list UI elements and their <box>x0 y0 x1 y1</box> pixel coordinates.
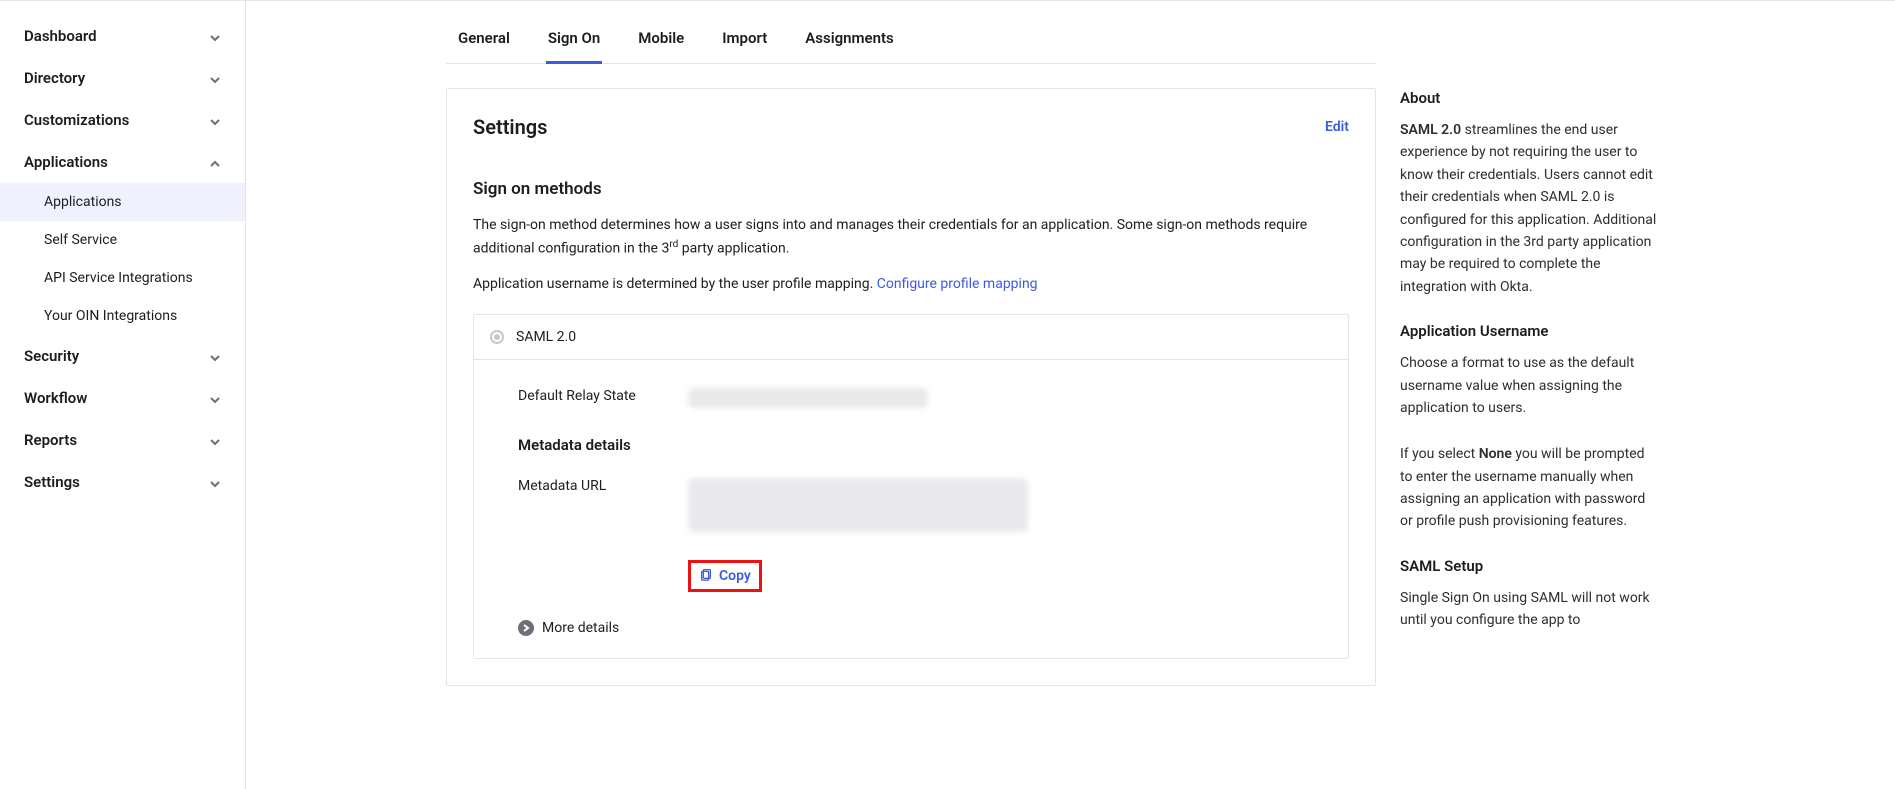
subnav-api-integrations[interactable]: API Service Integrations <box>0 259 245 297</box>
copy-button[interactable]: Copy <box>699 567 751 585</box>
chevron-up-icon <box>209 156 221 168</box>
clipboard-icon <box>699 567 713 585</box>
tab-sign-on[interactable]: Sign On <box>546 19 602 63</box>
nav-directory[interactable]: Directory <box>0 57 245 99</box>
settings-title: Settings <box>473 115 547 139</box>
chevron-down-icon <box>209 476 221 488</box>
saml-radio-row[interactable]: SAML 2.0 <box>474 315 1348 360</box>
tab-mobile[interactable]: Mobile <box>636 19 686 63</box>
nav-label: Settings <box>24 473 80 491</box>
nav-workflow[interactable]: Workflow <box>0 377 245 419</box>
main-content: General Sign On Mobile Import Assignment… <box>246 1 1895 789</box>
metadata-url-value <box>688 478 1028 532</box>
tab-general[interactable]: General <box>456 19 512 63</box>
settings-card: Settings Edit Sign on methods The sign-o… <box>446 88 1376 686</box>
nav-label: Dashboard <box>24 27 97 45</box>
nav-settings[interactable]: Settings <box>0 461 245 503</box>
app-username-heading: Application Username <box>1400 322 1660 340</box>
nav-security[interactable]: Security <box>0 335 245 377</box>
saml-setup-text: Single Sign On using SAML will not work … <box>1400 587 1660 632</box>
about-heading: About <box>1400 89 1660 107</box>
chevron-down-icon <box>209 30 221 42</box>
app-tabs: General Sign On Mobile Import Assignment… <box>446 19 1376 64</box>
tab-assignments[interactable]: Assignments <box>803 19 895 63</box>
nav-label: Directory <box>24 69 85 87</box>
nav-applications[interactable]: Applications <box>0 141 245 183</box>
sign-on-description-2: Application username is determined by th… <box>473 274 1349 296</box>
nav-label: Customizations <box>24 111 129 129</box>
chevron-down-icon <box>209 392 221 404</box>
edit-button[interactable]: Edit <box>1325 119 1349 135</box>
metadata-details-heading: Metadata details <box>518 436 1304 454</box>
chevron-down-icon <box>209 72 221 84</box>
chevron-down-icon <box>209 114 221 126</box>
sidebar: Dashboard Directory Customizations Appli… <box>0 1 246 789</box>
copy-button-highlight: Copy <box>688 560 762 592</box>
more-details-toggle[interactable]: More details <box>518 620 619 636</box>
nav-label: Applications <box>24 153 108 171</box>
subnav-self-service[interactable]: Self Service <box>0 221 245 259</box>
chevron-right-circle-icon <box>518 620 534 636</box>
nav-dashboard[interactable]: Dashboard <box>0 15 245 57</box>
saml-label: SAML 2.0 <box>516 329 576 345</box>
chevron-down-icon <box>209 434 221 446</box>
sign-on-description-1: The sign-on method determines how a user… <box>473 215 1349 260</box>
app-username-text-1: Choose a format to use as the default us… <box>1400 352 1660 419</box>
about-text: SAML 2.0 streamlines the end user experi… <box>1400 119 1660 298</box>
info-sidebar: About SAML 2.0 streamlines the end user … <box>1400 19 1660 789</box>
nav-label: Security <box>24 347 79 365</box>
default-relay-state-label: Default Relay State <box>518 388 688 404</box>
nav-reports[interactable]: Reports <box>0 419 245 461</box>
subnav-applications-item[interactable]: Applications <box>0 183 245 221</box>
nav-customizations[interactable]: Customizations <box>0 99 245 141</box>
subnav-oin-integrations[interactable]: Your OIN Integrations <box>0 297 245 335</box>
tab-import[interactable]: Import <box>720 19 769 63</box>
metadata-url-label: Metadata URL <box>518 478 688 494</box>
default-relay-state-value <box>688 388 928 408</box>
radio-icon <box>490 330 504 344</box>
saml-setup-heading: SAML Setup <box>1400 557 1660 575</box>
sign-on-methods-heading: Sign on methods <box>473 179 1349 199</box>
chevron-down-icon <box>209 350 221 362</box>
nav-label: Workflow <box>24 389 87 407</box>
app-username-text-2: If you select None you will be prompted … <box>1400 443 1660 533</box>
subnav-applications: Applications Self Service API Service In… <box>0 183 245 335</box>
nav-label: Reports <box>24 431 77 449</box>
saml-box: SAML 2.0 Default Relay State Metadata de… <box>473 314 1349 659</box>
configure-profile-mapping-link[interactable]: Configure profile mapping <box>877 276 1038 292</box>
